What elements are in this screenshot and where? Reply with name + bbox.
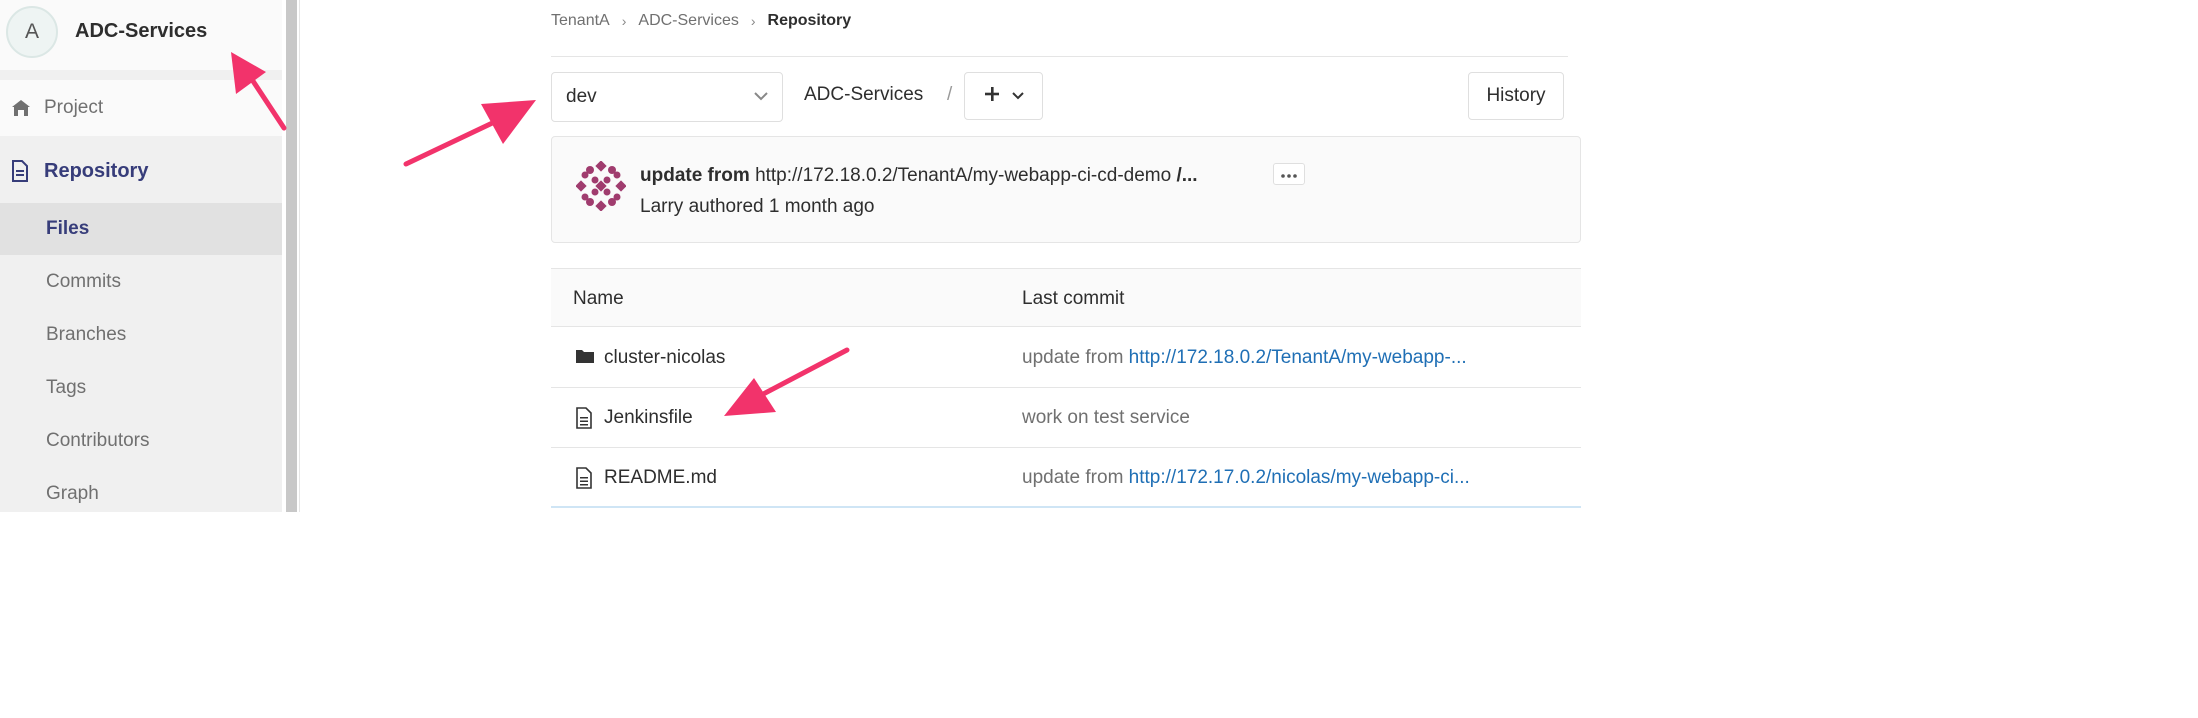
add-file-dropdown[interactable] — [964, 72, 1043, 120]
sidebar-item-repository[interactable]: Repository — [0, 140, 282, 202]
divider — [551, 56, 1568, 57]
history-button[interactable]: History — [1468, 72, 1564, 120]
file-name[interactable]: cluster-nicolas — [604, 347, 725, 369]
path-separator: / — [947, 84, 953, 105]
repo-path-root[interactable]: ADC-Services — [804, 84, 923, 106]
plus-icon — [984, 86, 1000, 107]
last-commit-message: update from http://172.17.0.2/nicolas/my… — [1022, 467, 1470, 489]
breadcrumb-group[interactable]: TenantA — [551, 12, 610, 30]
sidebar-subitem-label: Files — [46, 218, 90, 239]
commit-message-text: update from — [1022, 347, 1129, 368]
breadcrumb-project[interactable]: ADC-Services — [638, 12, 738, 30]
sidebar-subitem-commits[interactable]: Commits — [0, 256, 282, 308]
commit-message-text: work on test service — [1022, 407, 1190, 428]
file-icon — [575, 407, 595, 429]
project-name[interactable]: ADC-Services — [75, 20, 207, 43]
branch-value: dev — [566, 86, 597, 107]
sidebar-scrollbar-thumb[interactable] — [286, 0, 297, 512]
sidebar-subitem-contributors[interactable]: Contributors — [0, 415, 282, 467]
commit-author-avatar[interactable] — [575, 160, 627, 212]
chevron-down-icon — [754, 88, 768, 106]
commit-title-prefix: update from — [640, 165, 750, 186]
project-avatar: A — [6, 6, 58, 58]
file-table-header: Name Last commit — [551, 268, 1581, 327]
commit-title-url[interactable]: http://172.18.0.2/TenantA/my-webapp-ci-c… — [755, 165, 1171, 186]
chevron-down-icon — [1011, 87, 1024, 105]
sidebar-item-project[interactable]: Project — [0, 80, 282, 136]
table-row[interactable]: Jenkinsfile work on test service — [551, 388, 1581, 448]
chevron-right-icon: › — [621, 13, 627, 29]
document-icon — [10, 160, 32, 182]
branch-dropdown[interactable]: dev — [551, 72, 783, 122]
commit-message-link[interactable]: http://172.17.0.2/nicolas/my-webapp-ci..… — [1129, 467, 1470, 488]
file-name[interactable]: Jenkinsfile — [604, 407, 693, 429]
sidebar-subitem-label: Commits — [46, 271, 121, 292]
table-row[interactable]: README.md update from http://172.17.0.2/… — [551, 448, 1581, 508]
breadcrumb: TenantA › ADC-Services › Repository — [551, 12, 851, 30]
commit-message-text: update from — [1022, 467, 1129, 488]
file-icon — [575, 467, 595, 489]
column-header-name: Name — [573, 288, 624, 309]
breadcrumb-current[interactable]: Repository — [768, 12, 852, 30]
sidebar-subitem-branches[interactable]: Branches — [0, 309, 282, 361]
sidebar-item-label: Repository — [44, 159, 149, 182]
sidebar-subitem-label: Tags — [46, 377, 87, 398]
sidebar-subitem-label: Branches — [46, 324, 127, 345]
home-icon — [10, 97, 32, 119]
sidebar: A ADC-Services Project Repository Files … — [0, 0, 282, 512]
file-name[interactable]: README.md — [604, 467, 717, 489]
chevron-right-icon: › — [750, 13, 756, 29]
sidebar-item-label: Project — [44, 97, 104, 118]
table-row[interactable]: cluster-nicolas update from http://172.1… — [551, 328, 1581, 388]
last-commit-panel: update from http://172.18.0.2/TenantA/my… — [551, 136, 1581, 243]
sidebar-subitem-label: Contributors — [46, 430, 150, 451]
commit-meta: Larry authored 1 month ago — [640, 196, 875, 217]
last-commit-message: update from http://172.18.0.2/TenantA/my… — [1022, 347, 1467, 369]
sidebar-subitem-tags[interactable]: Tags — [0, 362, 282, 414]
expand-commit-message-button[interactable] — [1273, 163, 1305, 185]
commit-title-tail: /... — [1176, 165, 1198, 186]
ellipsis-icon — [1281, 165, 1297, 183]
sidebar-subitem-files[interactable]: Files — [0, 203, 282, 255]
commit-title[interactable]: update from http://172.18.0.2/TenantA/my… — [640, 165, 1198, 187]
column-header-last-commit: Last commit — [1022, 288, 1125, 309]
annotation-arrow-branch — [403, 100, 536, 167]
commit-message-link[interactable]: http://172.18.0.2/TenantA/my-webapp-... — [1129, 347, 1467, 368]
folder-icon — [575, 347, 595, 369]
last-commit-message[interactable]: work on test service — [1022, 407, 1190, 429]
sidebar-subitem-graph[interactable]: Graph — [0, 468, 282, 520]
sidebar-subitem-label: Graph — [46, 483, 99, 504]
sidebar-header[interactable]: A ADC-Services — [0, 0, 282, 70]
